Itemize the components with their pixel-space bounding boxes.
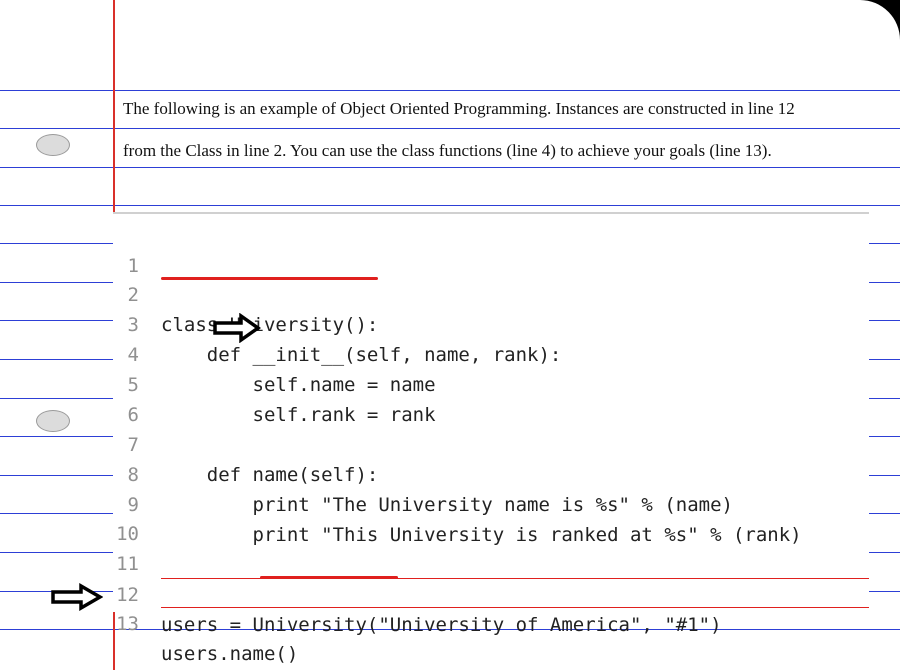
code-line: 6 — [113, 370, 869, 426]
code-line: 1 — [113, 221, 869, 277]
code-line: 7 def name(self): — [113, 400, 869, 486]
intro-text-line-2: from the Class in line 2. You can use th… — [123, 141, 772, 160]
rule-line — [0, 90, 900, 91]
margin-line — [113, 0, 115, 212]
line-number: 13 — [116, 613, 139, 635]
intro-text-line-1: The following is an example of Object Or… — [123, 99, 795, 118]
arrow-right-icon — [213, 313, 261, 343]
code-line: 5 self.rank = rank — [113, 340, 869, 426]
code-line: 12 users = University("University of Ame… — [113, 550, 869, 636]
code-line: 3 def __init__(self, name, rank): — [113, 280, 869, 366]
highlight-rule-line — [161, 607, 869, 608]
arrow-right-icon — [51, 583, 103, 611]
code-line: 9 print "This University is ranked at %s… — [113, 460, 869, 546]
code-line: 13 users.name() — [113, 579, 869, 665]
highlight-underline-class — [161, 277, 378, 280]
code-line: 8 print "The University name is %s" % (n… — [113, 430, 869, 516]
code-line: 2 class University(): — [113, 250, 869, 336]
binder-hole — [36, 134, 70, 156]
code-text: users = University("University of Americ… — [161, 614, 722, 636]
highlight-rule-line — [161, 578, 869, 579]
notebook-paper: The following is an example of Object Or… — [0, 0, 900, 670]
binder-hole — [36, 410, 70, 432]
rule-line — [0, 205, 900, 206]
code-line: 10 — [113, 489, 869, 545]
code-line: 11 — [113, 519, 869, 575]
code-text: users.name() — [161, 643, 299, 665]
rule-line — [0, 167, 900, 168]
rule-line — [0, 128, 900, 129]
code-block: 1 2 class University(): 3 def __init__(s… — [113, 212, 869, 665]
